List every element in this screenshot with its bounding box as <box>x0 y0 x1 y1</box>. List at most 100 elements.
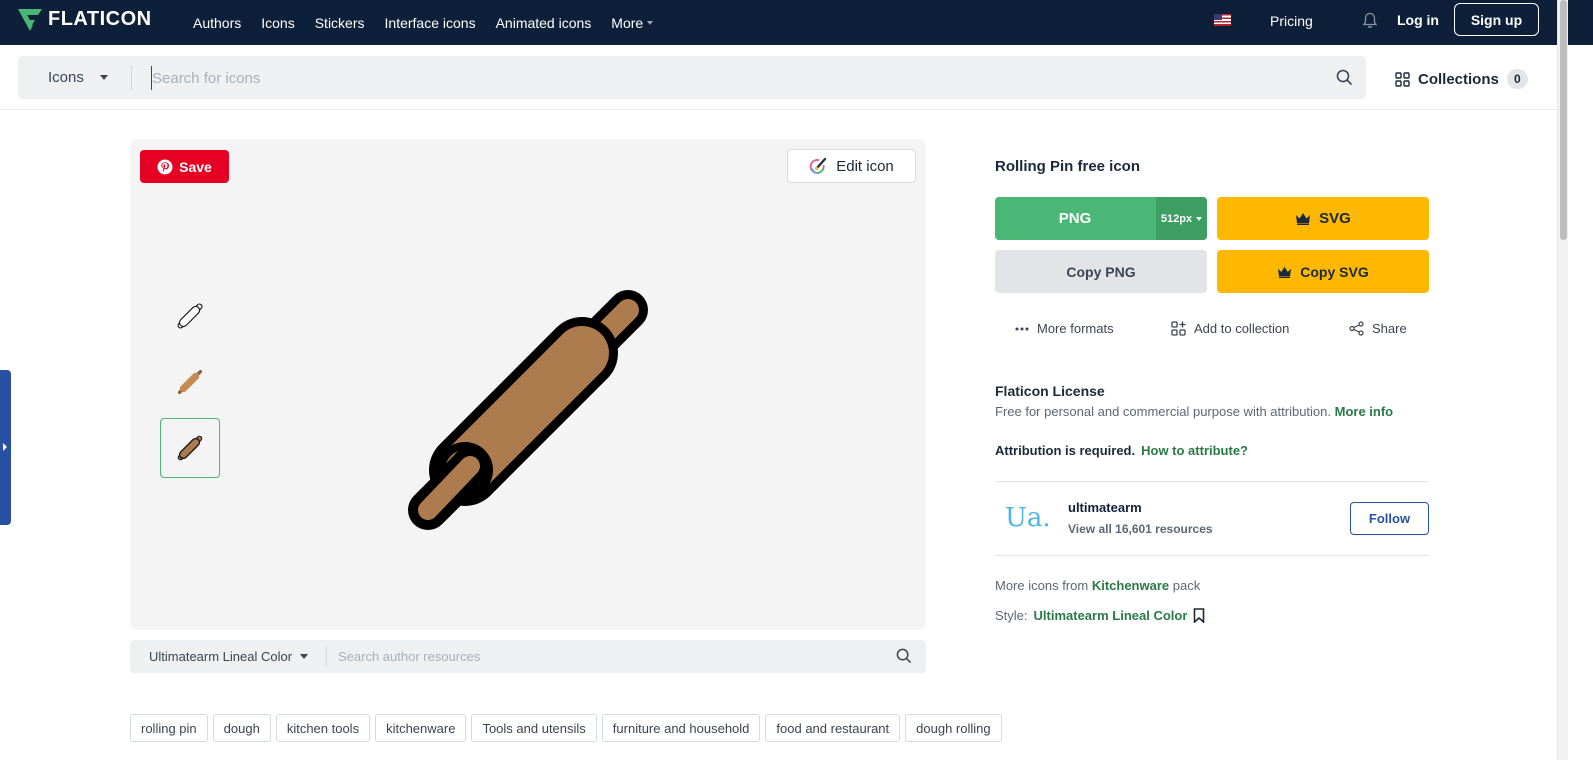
license-title: Flaticon License <box>995 383 1105 399</box>
tag-kitchenware[interactable]: kitchenware <box>375 714 467 742</box>
variant-thumb-outline[interactable] <box>160 286 220 346</box>
tag-furniture-and-household[interactable]: furniture and household <box>601 714 761 742</box>
tag-rolling-pin[interactable]: rolling pin <box>130 714 208 742</box>
pack-suffix: pack <box>1172 578 1201 593</box>
style-label: Style: <box>995 608 1028 623</box>
rolling-pin-outline-icon <box>177 303 203 329</box>
pack-prefix: More icons from <box>995 578 1089 593</box>
search-type-select[interactable]: Icons <box>48 69 108 86</box>
collections-label: Collections <box>1418 70 1499 88</box>
chevron-down-icon <box>300 654 309 659</box>
share-button[interactable]: Share <box>1349 321 1407 336</box>
crown-icon <box>1296 213 1311 225</box>
nav-more[interactable]: More <box>611 14 654 31</box>
author-resources-link[interactable]: View all 16,601 resources <box>1068 522 1213 536</box>
variant-thumb-flat[interactable] <box>160 352 220 412</box>
save-label: Save <box>179 158 212 175</box>
copy-png-button[interactable]: Copy PNG <box>995 250 1207 293</box>
style-link[interactable]: Ultimatearm Lineal Color <box>1034 608 1188 623</box>
nav-stickers[interactable]: Stickers <box>315 15 365 31</box>
share-label: Share <box>1372 321 1407 336</box>
author-avatar[interactable]: Ua. <box>1005 498 1051 538</box>
scrollbar-thumb[interactable] <box>1560 0 1567 240</box>
svg-label: SVG <box>1319 210 1351 227</box>
logo-text: FLATICON <box>48 8 152 30</box>
png-label: PNG <box>1058 210 1092 227</box>
style-select[interactable]: Ultimatearm Lineal Color <box>149 649 309 664</box>
us-flag-icon[interactable] <box>1214 14 1231 26</box>
style-select-label: Ultimatearm Lineal Color <box>149 649 293 664</box>
flaticon-logo-icon <box>18 8 42 31</box>
nav-interface-icons[interactable]: Interface icons <box>385 15 476 31</box>
more-formats-button[interactable]: More formats <box>1015 321 1114 336</box>
signup-button[interactable]: Sign up <box>1454 3 1539 36</box>
rolling-pin-icon <box>408 290 648 530</box>
author-search-input[interactable] <box>336 646 876 667</box>
variant-thumb-lineal-color-selected[interactable] <box>160 418 220 478</box>
chevron-down-icon <box>647 20 654 25</box>
more-info-link[interactable]: More info <box>1335 404 1394 419</box>
png-size-label: 512px <box>1160 212 1193 225</box>
icon-preview-panel: Save Edit icon <box>130 139 926 630</box>
tag-list: rolling pin dough kitchen tools kitchenw… <box>130 714 1002 742</box>
chevron-down-icon <box>99 75 108 80</box>
more-formats-label: More formats <box>1037 321 1114 336</box>
page-scrollbar[interactable] <box>1557 0 1568 760</box>
search-icon[interactable] <box>896 648 912 669</box>
tag-food-and-restaurant[interactable]: food and restaurant <box>765 714 901 742</box>
search-input[interactable] <box>151 66 1311 90</box>
follow-button[interactable]: Follow <box>1350 502 1429 535</box>
pack-link[interactable]: Kitchenware <box>1092 578 1169 593</box>
tag-dough[interactable]: dough <box>212 714 271 742</box>
grid-icon <box>1395 71 1410 87</box>
attribution-row: Attribution is required. How to attribute… <box>995 443 1248 458</box>
share-icon <box>1349 321 1364 336</box>
style-info: Style: Ultimatearm Lineal Color <box>995 608 1205 623</box>
attribution-label: Attribution is required. <box>995 443 1136 458</box>
license-description: Free for personal and commercial purpose… <box>995 404 1331 419</box>
icon-title: Rolling Pin free icon <box>995 158 1141 175</box>
bookmark-icon[interactable] <box>1193 608 1205 623</box>
avatar-text: Ua. <box>1005 503 1051 533</box>
tag-tools-and-utensils[interactable]: Tools and utensils <box>471 714 597 742</box>
login-link[interactable]: Log in <box>1397 12 1439 28</box>
nav-authors[interactable]: Authors <box>193 15 241 31</box>
pinterest-icon <box>157 159 173 174</box>
add-to-collection-label: Add to collection <box>1194 321 1290 336</box>
download-png-button[interactable]: PNG 512px <box>995 197 1207 240</box>
png-size-select[interactable]: 512px <box>1156 197 1207 240</box>
divider <box>326 646 327 667</box>
nav-animated-icons[interactable]: Animated icons <box>496 15 592 31</box>
add-collection-icon <box>1171 321 1186 336</box>
pack-info: More icons from Kitchenware pack <box>995 578 1200 593</box>
nav-links: Authors Icons Stickers Interface icons A… <box>193 0 673 45</box>
pinterest-save-button[interactable]: Save <box>140 150 229 183</box>
tag-kitchen-tools[interactable]: kitchen tools <box>275 714 371 742</box>
copy-svg-button[interactable]: Copy SVG <box>1217 250 1429 293</box>
rolling-pin-flat-icon <box>177 369 203 395</box>
edit-icon-button[interactable]: Edit icon <box>787 149 916 183</box>
add-to-collection-button[interactable]: Add to collection <box>1171 321 1289 336</box>
crown-icon <box>1278 266 1292 278</box>
flaticon-logo[interactable]: FLATICON <box>18 8 152 31</box>
nav-icons[interactable]: Icons <box>261 15 294 31</box>
top-navbar: FLATICON Authors Icons Stickers Interfac… <box>0 0 1593 45</box>
copy-svg-label: Copy SVG <box>1300 263 1369 280</box>
download-svg-button[interactable]: SVG <box>1217 197 1429 240</box>
chevron-down-icon <box>1196 216 1203 221</box>
license-text: Free for personal and commercial purpose… <box>995 404 1393 419</box>
search-icon[interactable] <box>1336 69 1353 91</box>
tag-dough-rolling[interactable]: dough rolling <box>905 714 1002 742</box>
author-name-link[interactable]: ultimatearm <box>1068 500 1142 515</box>
collections-button[interactable]: Collections 0 <box>1395 69 1528 89</box>
divider <box>995 555 1429 556</box>
search-row: Icons Collections 0 <box>0 45 1557 110</box>
bell-icon[interactable] <box>1362 12 1378 34</box>
how-to-attribute-link[interactable]: How to attribute? <box>1141 443 1248 458</box>
divider <box>131 65 132 91</box>
edit-icon-label: Edit icon <box>836 157 894 175</box>
side-panel-tab[interactable] <box>0 370 11 525</box>
nav-more-label: More <box>611 14 644 31</box>
nav-pricing[interactable]: Pricing <box>1270 13 1313 29</box>
search-bar: Icons <box>18 56 1366 99</box>
